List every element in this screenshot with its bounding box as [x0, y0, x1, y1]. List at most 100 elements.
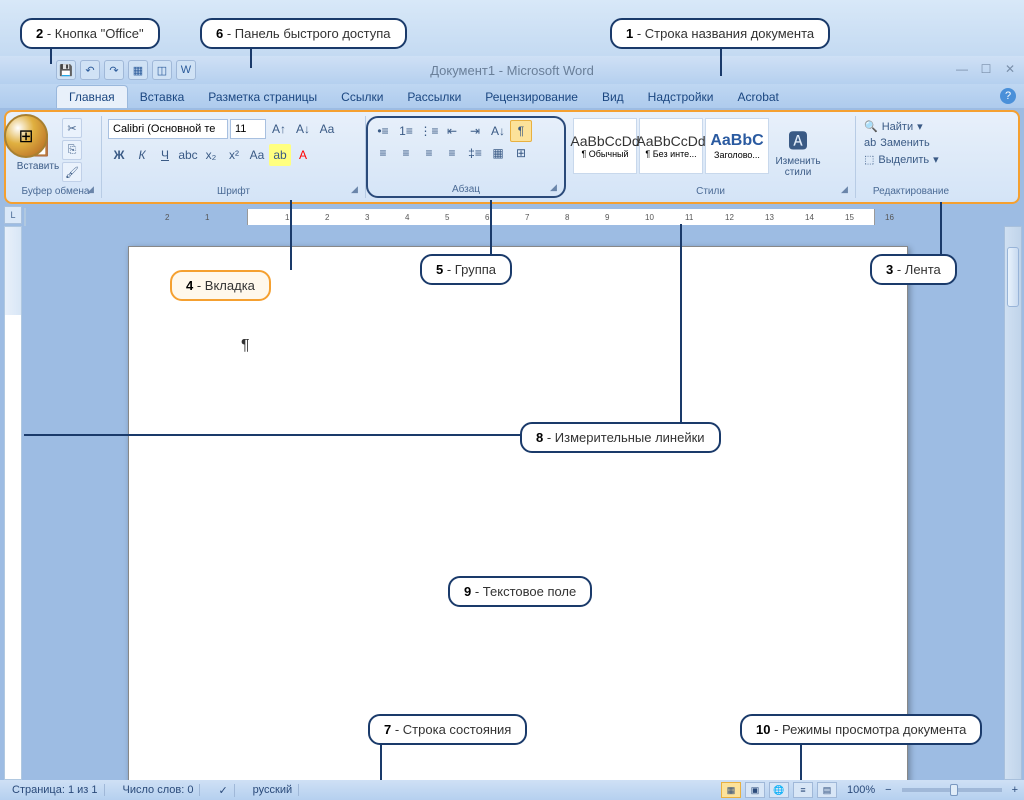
- clipboard-launcher[interactable]: ◢: [87, 184, 99, 196]
- indent-dec-button[interactable]: ⇤: [441, 120, 463, 142]
- align-right-button[interactable]: ≡: [418, 142, 440, 164]
- change-case-button[interactable]: Aa: [246, 144, 268, 166]
- style-heading[interactable]: AaBbC Заголово...: [705, 118, 769, 174]
- arrow-5: [490, 200, 492, 254]
- close-button[interactable]: ✕: [1002, 62, 1018, 76]
- view-draft[interactable]: ▤: [817, 782, 837, 798]
- page[interactable]: ¶: [128, 246, 908, 780]
- replace-button[interactable]: abЗаменить: [862, 135, 932, 151]
- font-size-select[interactable]: [230, 119, 266, 139]
- tab-acrobat[interactable]: Acrobat: [726, 86, 791, 108]
- arrow-8h: [24, 434, 520, 436]
- align-left-button[interactable]: ≡: [372, 142, 394, 164]
- status-bar: Страница: 1 из 1 Число слов: 0 ✓ русский…: [0, 780, 1024, 800]
- line-spacing-button[interactable]: ‡≡: [464, 142, 486, 164]
- underline-button[interactable]: Ч: [154, 144, 176, 166]
- format-painter-button[interactable]: 🖌: [62, 162, 82, 182]
- zoom-slider[interactable]: [902, 788, 1002, 792]
- superscript-button[interactable]: x²: [223, 144, 245, 166]
- styles-launcher[interactable]: ◢: [841, 184, 853, 196]
- ruler-corner[interactable]: L: [4, 206, 22, 224]
- vertical-ruler[interactable]: [4, 226, 22, 780]
- select-button[interactable]: ⬚Выделить ▾: [862, 151, 941, 168]
- sort-button[interactable]: A↓: [487, 120, 509, 142]
- font-name-select[interactable]: [108, 119, 228, 139]
- find-button[interactable]: 🔍Найти ▾: [862, 118, 925, 135]
- minimize-button[interactable]: —: [954, 62, 970, 76]
- strike-button[interactable]: abc: [177, 144, 199, 166]
- tab-home[interactable]: Главная: [56, 85, 128, 108]
- style-normal[interactable]: AaBbCcDd ¶ Обычный: [573, 118, 637, 174]
- redo-icon[interactable]: ↷: [104, 60, 124, 80]
- maximize-button[interactable]: ☐: [978, 62, 994, 76]
- bold-button[interactable]: Ж: [108, 144, 130, 166]
- group-editing-label: Редактирование: [856, 185, 966, 198]
- undo-icon[interactable]: ↶: [80, 60, 100, 80]
- view-web[interactable]: 🌐: [769, 782, 789, 798]
- tab-layout[interactable]: Разметка страницы: [196, 86, 329, 108]
- borders-button[interactable]: ⊞: [510, 142, 532, 164]
- status-lang[interactable]: русский: [247, 784, 299, 796]
- view-print-layout[interactable]: ▦: [721, 782, 741, 798]
- callout-6: 6 - Панель быстрого доступа: [200, 18, 407, 49]
- horizontal-ruler[interactable]: 1 2 1 2 3 4 5 6 7 8 9 10 11 12 13 14 15 …: [24, 208, 26, 226]
- font-launcher[interactable]: ◢: [351, 184, 363, 196]
- ribbon-tabs: Главная Вставка Разметка страницы Ссылки…: [0, 84, 1024, 108]
- view-outline[interactable]: ≡: [793, 782, 813, 798]
- arrow-1: [720, 46, 722, 76]
- status-words[interactable]: Число слов: 0: [117, 784, 201, 796]
- paragraph-launcher[interactable]: ◢: [550, 182, 562, 194]
- style-name-1: ¶ Обычный: [581, 149, 628, 159]
- tab-insert[interactable]: Вставка: [128, 86, 197, 108]
- indent-inc-button[interactable]: ⇥: [464, 120, 486, 142]
- help-button[interactable]: ?: [1000, 88, 1016, 104]
- style-nospacing[interactable]: AaBbCcDd ¶ Без инте...: [639, 118, 703, 174]
- shrink-font-button[interactable]: A↓: [292, 118, 314, 140]
- change-styles-icon: 🅰: [788, 125, 808, 154]
- arrow-8v: [680, 224, 682, 424]
- zoom-in-button[interactable]: +: [1012, 784, 1018, 796]
- change-styles-label: Изменить стили: [770, 156, 826, 178]
- arrow-6: [250, 46, 252, 68]
- copy-button[interactable]: ⎘: [62, 140, 82, 160]
- italic-button[interactable]: К: [131, 144, 153, 166]
- document-area: ¶: [0, 226, 1024, 780]
- tab-references[interactable]: Ссылки: [329, 86, 395, 108]
- qat-btn-5[interactable]: ◫: [152, 60, 172, 80]
- shading-button[interactable]: ▦: [487, 142, 509, 164]
- qat-btn-4[interactable]: ▦: [128, 60, 148, 80]
- cut-button[interactable]: ✂: [62, 118, 82, 138]
- grow-font-button[interactable]: A↑: [268, 118, 290, 140]
- subscript-button[interactable]: x₂: [200, 144, 222, 166]
- view-fullscreen[interactable]: ▣: [745, 782, 765, 798]
- clear-format-button[interactable]: Aa: [316, 118, 338, 140]
- show-marks-button[interactable]: ¶: [510, 120, 532, 142]
- align-center-button[interactable]: ≡: [395, 142, 417, 164]
- status-page[interactable]: Страница: 1 из 1: [6, 784, 105, 796]
- callout-8: 8 - Измерительные линейки: [520, 422, 721, 453]
- status-proof[interactable]: ✓: [212, 784, 234, 797]
- zoom-level[interactable]: 100%: [847, 784, 875, 796]
- qat-btn-6[interactable]: W: [176, 60, 196, 80]
- tab-view[interactable]: Вид: [590, 86, 636, 108]
- font-color-button[interactable]: A: [292, 144, 314, 166]
- scroll-thumb[interactable]: [1007, 247, 1019, 307]
- tab-addins[interactable]: Надстройки: [636, 86, 726, 108]
- justify-button[interactable]: ≡: [441, 142, 463, 164]
- callout-3: 3 - Лента: [870, 254, 957, 285]
- office-button[interactable]: ⊞: [4, 114, 48, 158]
- window-title: Документ1 - Microsoft Word: [430, 63, 594, 78]
- style-sample-1: AaBbCcDd: [570, 133, 639, 149]
- bullets-button[interactable]: •≡: [372, 120, 394, 142]
- tab-review[interactable]: Рецензирование: [473, 86, 590, 108]
- zoom-out-button[interactable]: −: [885, 784, 891, 796]
- save-icon[interactable]: 💾: [56, 60, 76, 80]
- highlight-button[interactable]: ab: [269, 144, 291, 166]
- numbering-button[interactable]: 1≡: [395, 120, 417, 142]
- office-icon: ⊞: [18, 126, 33, 147]
- change-styles-button[interactable]: 🅰 Изменить стили: [770, 118, 826, 184]
- vertical-scrollbar[interactable]: [1004, 226, 1022, 780]
- window-controls: — ☐ ✕: [954, 62, 1018, 76]
- multilevel-button[interactable]: ⋮≡: [418, 120, 440, 142]
- tab-mailings[interactable]: Рассылки: [395, 86, 473, 108]
